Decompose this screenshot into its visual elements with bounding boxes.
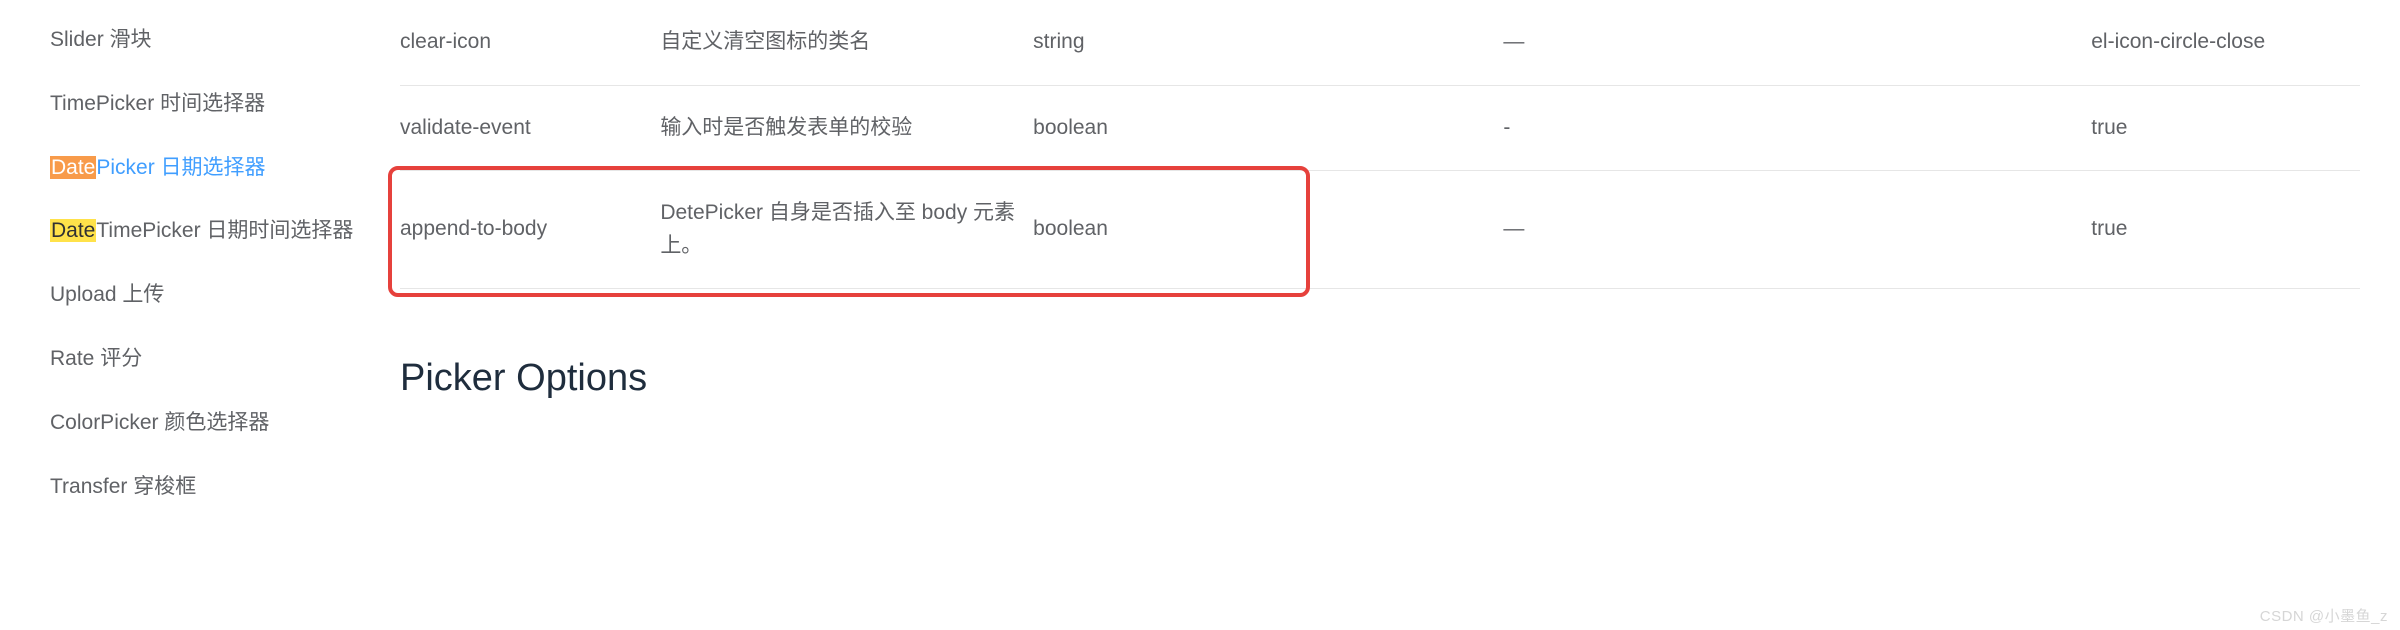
table-row: clear-icon 自定义清空图标的类名 string — el-icon-c… xyxy=(400,0,2360,85)
cell-default: true xyxy=(2091,171,2360,289)
highlight-text: Date xyxy=(50,219,96,242)
sidebar: Slider 滑块 TimePicker 时间选择器 DatePicker 日期… xyxy=(0,0,390,630)
cell-options: — xyxy=(1503,171,2091,289)
cell-attr: clear-icon xyxy=(400,0,660,85)
sidebar-item-timepicker[interactable]: TimePicker 时间选择器 xyxy=(50,72,390,136)
cell-attr: validate-event xyxy=(400,85,660,171)
sidebar-item-rate[interactable]: Rate 评分 xyxy=(50,327,390,391)
table-row: append-to-body DetePicker 自身是否插入至 body 元… xyxy=(400,171,2360,289)
cell-type: boolean xyxy=(1033,85,1503,171)
sidebar-item-rest: Picker 日期选择器 xyxy=(96,156,265,179)
sidebar-item-transfer[interactable]: Transfer 穿梭框 xyxy=(50,455,390,519)
sidebar-item-datepicker[interactable]: DatePicker 日期选择器 xyxy=(50,136,390,200)
section-title: Picker Options xyxy=(400,357,2360,400)
sidebar-item-rest: TimePicker 日期时间选择器 xyxy=(96,219,353,242)
highlight-text: Date xyxy=(50,156,96,179)
cell-options: - xyxy=(1503,85,2091,171)
attributes-table: clear-icon 自定义清空图标的类名 string — el-icon-c… xyxy=(400,0,2360,289)
sidebar-item-colorpicker[interactable]: ColorPicker 颜色选择器 xyxy=(50,391,390,455)
sidebar-item-slider[interactable]: Slider 滑块 xyxy=(50,8,390,72)
cell-default: true xyxy=(2091,85,2360,171)
cell-desc: 自定义清空图标的类名 xyxy=(660,0,1033,85)
cell-default: el-icon-circle-close xyxy=(2091,0,2360,85)
main-content: clear-icon 自定义清空图标的类名 string — el-icon-c… xyxy=(390,0,2400,630)
table-row: validate-event 输入时是否触发表单的校验 boolean - tr… xyxy=(400,85,2360,171)
cell-attr: append-to-body xyxy=(400,171,660,289)
sidebar-item-datetimepicker[interactable]: DateTimePicker 日期时间选择器 xyxy=(50,199,390,263)
sidebar-item-upload[interactable]: Upload 上传 xyxy=(50,263,390,327)
cell-type: boolean xyxy=(1033,171,1503,289)
cell-options: — xyxy=(1503,0,2091,85)
cell-desc: 输入时是否触发表单的校验 xyxy=(660,85,1033,171)
cell-desc: DetePicker 自身是否插入至 body 元素上。 xyxy=(660,171,1033,289)
watermark: CSDN @小墨鱼_z xyxy=(2260,605,2388,626)
cell-type: string xyxy=(1033,0,1503,85)
